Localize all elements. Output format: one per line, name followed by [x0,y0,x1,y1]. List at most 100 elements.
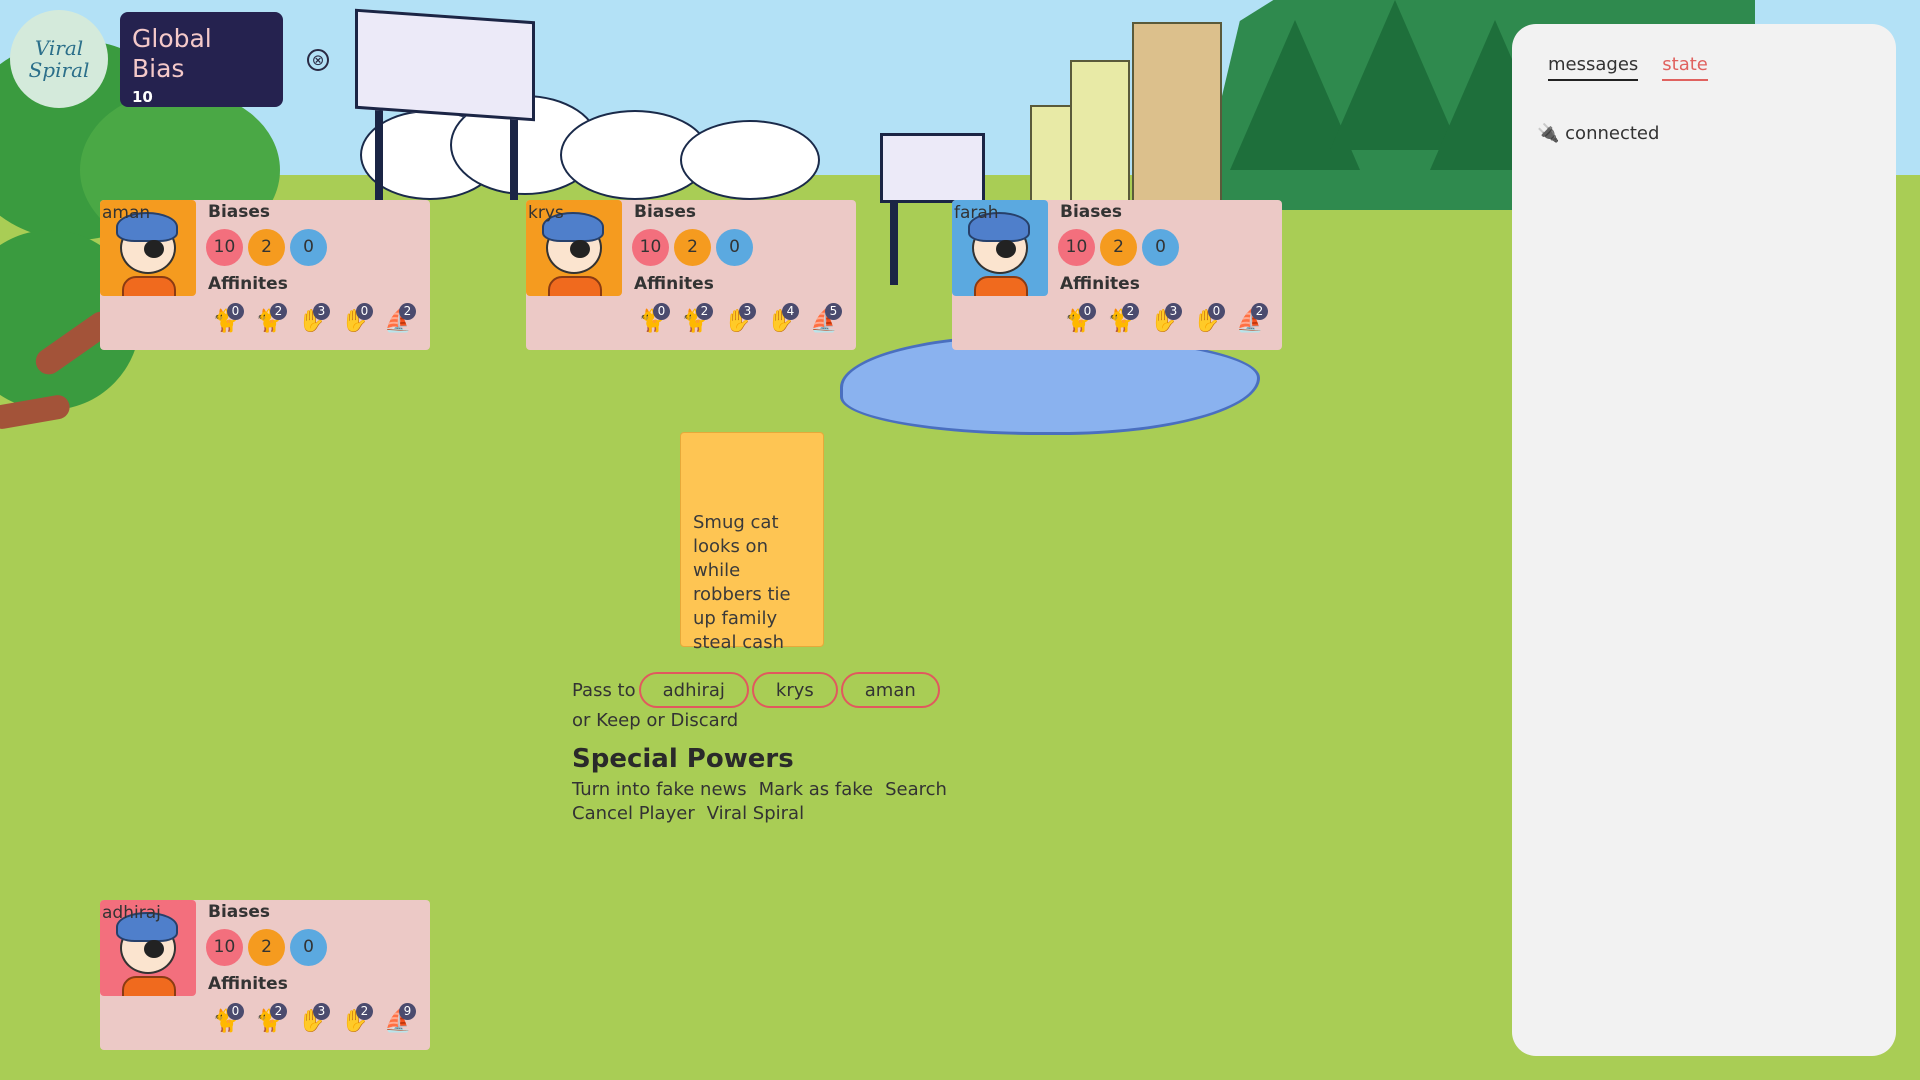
affinity-item: ✋ 2 [341,1003,373,1033]
or-label: or [646,710,665,731]
connection-status: 🔌 connected [1537,123,1659,144]
viral-spiral-logo: Viral Spiral [10,10,108,108]
billboard-pole [375,110,383,200]
logo-text-line2: Spiral [28,58,90,82]
player-name: aman [102,203,151,223]
bias-row: 10 2 0 [1058,229,1179,266]
affinity-item: ⛵ 2 [1236,303,1268,333]
affinity-row: 🐈 0 🐈 2 ✋ 3 ✋ 0 ⛵ 2 [1064,303,1268,333]
bias-blue-count: 0 [290,229,327,266]
pass-to-krys-button[interactable]: krys [751,672,838,708]
affinity-count: 3 [739,303,756,320]
affinity-count: 0 [1208,303,1225,320]
affinity-count: 2 [1122,303,1139,320]
building [1132,22,1222,212]
avatar: aman [100,200,196,296]
affinity-item: ✋ 0 [341,303,373,333]
affinities-heading: Affinites [208,974,288,994]
player-name: krys [528,203,564,223]
affinity-item: ⛵ 2 [384,303,416,333]
tab-state[interactable]: state [1662,54,1708,81]
affinity-count: 2 [356,1003,373,1020]
cancel-player-button[interactable]: Cancel Player [572,802,695,826]
affinity-count: 0 [356,303,373,320]
pass-to-aman-button[interactable]: aman [840,672,940,708]
affinity-item: ✋ 3 [298,303,330,333]
biases-heading: Biases [634,202,697,222]
bias-red-count: 10 [206,929,243,966]
affinity-count: 0 [227,303,244,320]
affinity-item: ✋ 3 [298,1003,330,1033]
special-powers-list: Turn into fake news Mark as fake Search … [572,778,952,826]
player-card-farah: farah Biases 10 2 0 Affinites 🐈 0 🐈 2 ✋ 3 ✋… [952,200,1282,350]
affinity-item: 🐈 2 [255,1003,287,1033]
keep-discard-row: or Keep or Discard [572,710,738,731]
bias-red-count: 10 [1058,229,1095,266]
affinity-count: 2 [399,303,416,320]
avatar: krys [526,200,622,296]
affinity-item: ✋ 3 [1150,303,1182,333]
affinity-count: 2 [270,1003,287,1020]
affinity-count: 9 [399,1003,416,1020]
affinity-item: 🐈 2 [681,303,713,333]
mark-as-fake-button[interactable]: Mark as fake [759,778,873,802]
bias-red-count: 10 [632,229,669,266]
bias-red-count: 10 [206,229,243,266]
affinity-row: 🐈 0 🐈 2 ✋ 3 ✋ 4 ⛵ 5 [638,303,842,333]
pass-to-label: Pass to [572,679,636,701]
biases-heading: Biases [1060,202,1123,222]
turn-into-fake-news-button[interactable]: Turn into fake news [572,778,747,802]
player-card-adhiraj: adhiraj Biases 10 2 0 Affinites 🐈 0 🐈 2 ✋ 3… [100,900,430,1050]
player-card-aman: aman Biases 10 2 0 Affinites 🐈 0 🐈 2 ✋ 3 ✋ 0… [100,200,430,350]
affinity-item: ⛵ 5 [810,303,842,333]
bias-blue-count: 0 [290,929,327,966]
affinities-heading: Affinites [1060,274,1140,294]
affinity-count: 3 [313,1003,330,1020]
bias-row: 10 2 0 [206,229,327,266]
avatar: farah [952,200,1048,296]
affinity-item: 🐈 0 [212,1003,244,1033]
player-card-krys: krys Biases 10 2 0 Affinites 🐈 0 🐈 2 ✋ 3 ✋ 4… [526,200,856,350]
biases-heading: Biases [208,902,271,922]
affinity-item: 🐈 2 [1107,303,1139,333]
global-bias-title: Global Bias [132,24,212,83]
affinities-heading: Affinites [634,274,714,294]
bias-orange-count: 2 [1100,229,1137,266]
bias-blue-count: 0 [1142,229,1179,266]
billboard [355,8,535,122]
search-button[interactable]: Search [885,778,947,802]
side-panel-tabs: messages state [1548,54,1708,81]
affinities-heading: Affinites [208,274,288,294]
cloud [680,120,820,200]
affinity-item: 🐈 0 [212,303,244,333]
player-name: farah [954,203,999,223]
keep-button[interactable]: Keep [596,710,640,731]
pass-to-adhiraj-button[interactable]: adhiraj [638,672,749,708]
bias-orange-count: 2 [674,229,711,266]
avatar: adhiraj [100,900,196,996]
special-powers-title: Special Powers [572,744,794,774]
affinity-count: 5 [825,303,842,320]
affinity-count: 3 [1165,303,1182,320]
affinity-count: 2 [1251,303,1268,320]
affinity-item: ⛵ 9 [384,1003,416,1033]
close-icon[interactable]: ⊗ [307,49,329,71]
biases-heading: Biases [208,202,271,222]
viral-spiral-button[interactable]: Viral Spiral [707,802,804,826]
bias-orange-count: 2 [248,229,285,266]
topic-card[interactable]: Smug cat looks on while robbers tie up f… [680,432,824,653]
building [1070,60,1130,210]
affinity-count: 0 [1079,303,1096,320]
side-panel: messages state 🔌 connected [1512,24,1896,1056]
affinity-item: 🐈 0 [1064,303,1096,333]
affinity-item: ✋ 3 [724,303,756,333]
discard-button[interactable]: Discard [671,710,739,731]
or-label: or [572,710,591,731]
logo-text-line1: Viral [34,36,84,60]
connection-status-text: connected [1565,123,1660,144]
billboard-pole [510,110,518,200]
affinity-row: 🐈 0 🐈 2 ✋ 3 ✋ 0 ⛵ 2 [212,303,416,333]
tab-messages[interactable]: messages [1548,54,1639,81]
bias-blue-count: 0 [716,229,753,266]
topic-card-text: Smug cat looks on while robbers tie up f… [693,512,791,653]
